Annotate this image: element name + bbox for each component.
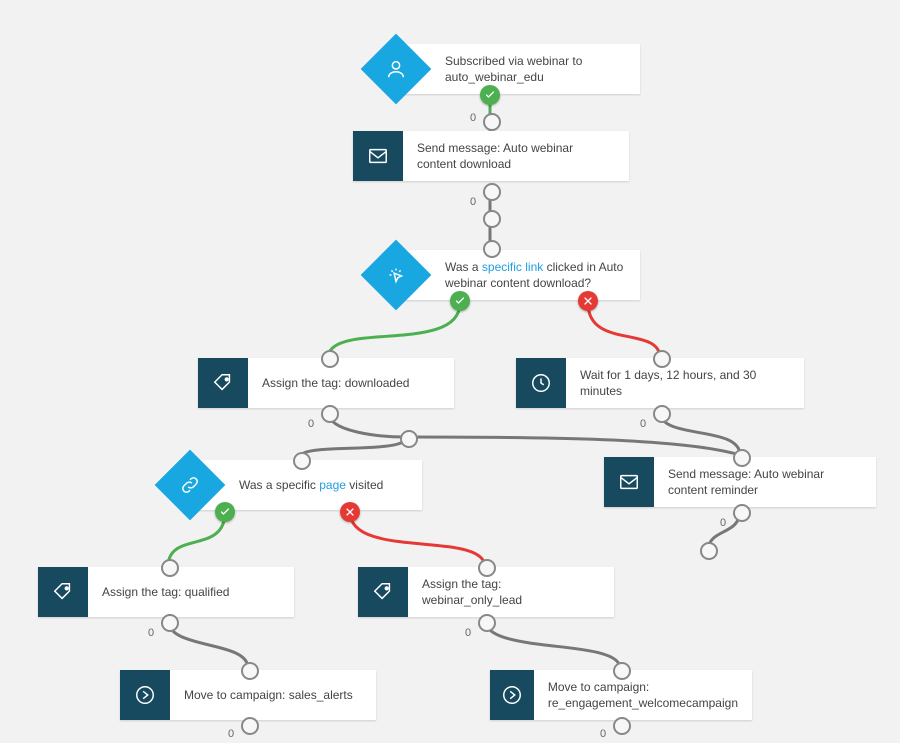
- connector-port[interactable]: [700, 542, 718, 560]
- wait-label: 0: [720, 517, 726, 529]
- workflow-canvas[interactable]: Subscribed via webinar to auto_webinar_e…: [0, 0, 900, 743]
- node-text: Was a specific page visited: [225, 460, 422, 510]
- node-text: Send message: Auto webinar content downl…: [403, 131, 629, 181]
- node-text: Assign the tag: qualified: [88, 567, 294, 617]
- node-text: Move to campaign: re_engagement_welcomec…: [534, 670, 752, 720]
- user-icon: [361, 34, 432, 105]
- connector-port[interactable]: [483, 210, 501, 228]
- node-text: Assign the tag: webinar_only_lead: [408, 567, 614, 617]
- tag-icon: [38, 567, 88, 617]
- wait-label: 0: [228, 728, 234, 740]
- connector-port[interactable]: [241, 662, 259, 680]
- mail-icon: [604, 457, 654, 507]
- yes-badge: [215, 502, 235, 522]
- connector-port[interactable]: [293, 452, 311, 470]
- connector-port[interactable]: [241, 717, 259, 735]
- connector-port[interactable]: [483, 113, 501, 131]
- arrow-right-circle-icon: [120, 670, 170, 720]
- connector-port[interactable]: [400, 430, 418, 448]
- connector-port[interactable]: [483, 183, 501, 201]
- no-badge: [578, 291, 598, 311]
- connector-port[interactable]: [653, 350, 671, 368]
- node-text: Assign the tag: downloaded: [248, 358, 454, 408]
- wait-label: 0: [148, 627, 154, 639]
- node-condition-link-clicked[interactable]: Was a specific link clicked in Auto webi…: [396, 250, 640, 300]
- connector-port[interactable]: [161, 559, 179, 577]
- node-send-message-1[interactable]: Send message: Auto webinar content downl…: [353, 131, 629, 181]
- connector-port[interactable]: [613, 717, 631, 735]
- mail-icon: [353, 131, 403, 181]
- tag-icon: [358, 567, 408, 617]
- connector-port[interactable]: [733, 449, 751, 467]
- node-trigger-subscribed[interactable]: Subscribed via webinar to auto_webinar_e…: [396, 44, 640, 94]
- connector-port[interactable]: [733, 504, 751, 522]
- node-text: Subscribed via webinar to auto_webinar_e…: [431, 44, 640, 94]
- no-badge: [340, 502, 360, 522]
- clock-icon: [516, 358, 566, 408]
- node-text: Send message: Auto webinar content remin…: [654, 457, 876, 507]
- click-icon: [361, 240, 432, 311]
- yes-badge: [480, 85, 500, 105]
- connector-port[interactable]: [478, 614, 496, 632]
- connector-port[interactable]: [321, 350, 339, 368]
- connector-port[interactable]: [321, 405, 339, 423]
- connector-port[interactable]: [161, 614, 179, 632]
- wait-label: 0: [465, 627, 471, 639]
- connector-port[interactable]: [478, 559, 496, 577]
- node-text: Move to campaign: sales_alerts: [170, 670, 376, 720]
- connector-port[interactable]: [653, 405, 671, 423]
- connector-port[interactable]: [483, 240, 501, 258]
- connector-port[interactable]: [613, 662, 631, 680]
- wait-label: 0: [600, 728, 606, 740]
- tag-icon: [198, 358, 248, 408]
- yes-badge: [450, 291, 470, 311]
- node-text: Wait for 1 days, 12 hours, and 30 minute…: [566, 358, 804, 408]
- wait-label: 0: [308, 418, 314, 430]
- arrow-right-circle-icon: [490, 670, 534, 720]
- wait-label: 0: [640, 418, 646, 430]
- wait-label: 0: [470, 112, 476, 124]
- wait-label: 0: [470, 196, 476, 208]
